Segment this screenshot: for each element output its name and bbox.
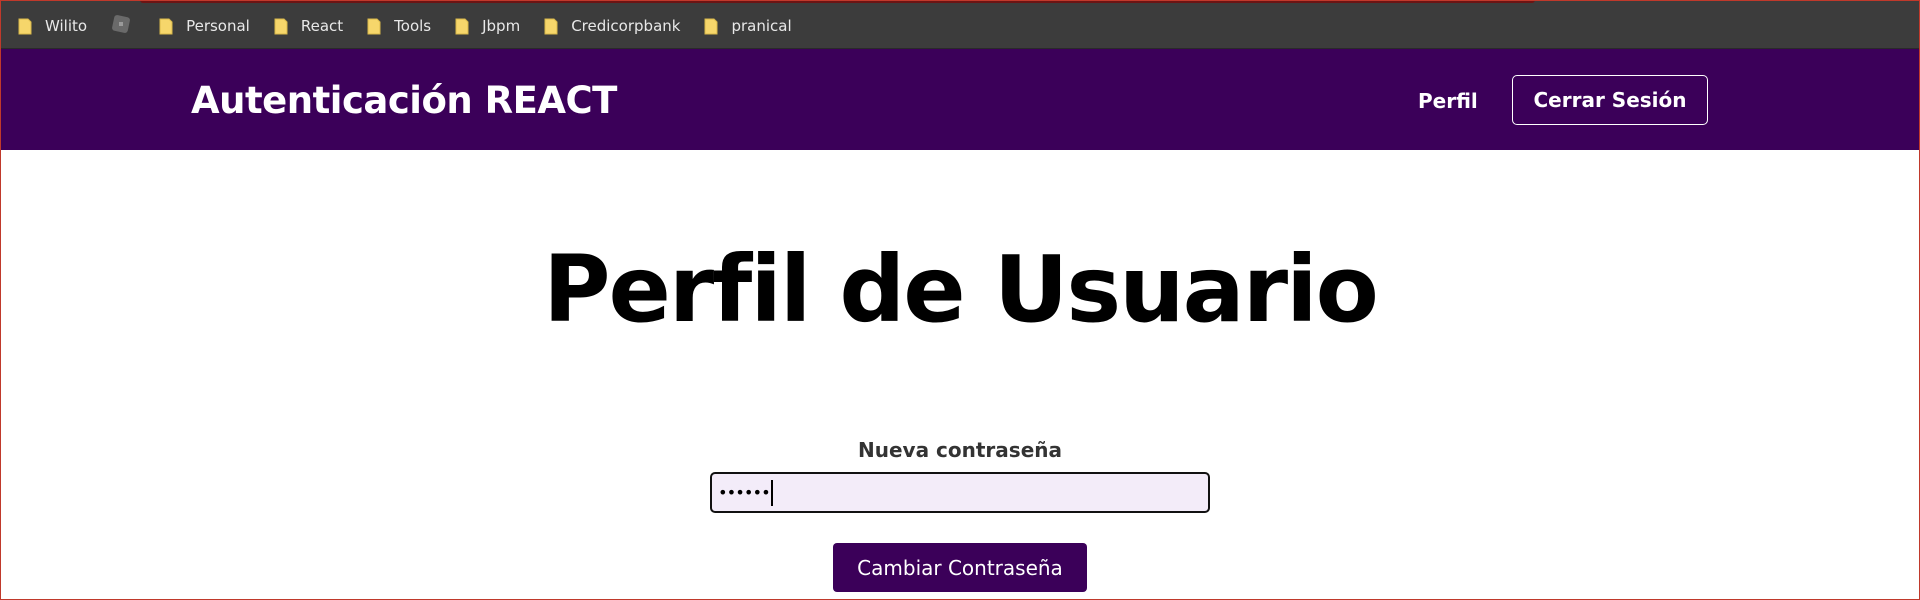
nav-profile-link[interactable]: Perfil xyxy=(1418,88,1478,114)
folder-icon xyxy=(455,18,469,35)
bookmark-label: Credicorpbank xyxy=(571,17,681,35)
bookmark-jbpm[interactable]: Jbpm xyxy=(455,14,520,38)
new-password-label: Nueva contraseña xyxy=(858,438,1062,462)
active-tab-edge xyxy=(140,0,1535,3)
bookmark-label: Personal xyxy=(186,17,250,35)
bookmark-label: Jbpm xyxy=(482,17,521,35)
folder-icon xyxy=(274,18,288,35)
brand-title[interactable]: Autenticación REACT xyxy=(191,78,617,124)
change-password-button[interactable]: Cambiar Contraseña xyxy=(833,543,1087,592)
bookmarks-list: Wilito Personal React Tools Jbpm Credico… xyxy=(18,14,816,38)
bookmark-wilito[interactable]: Wilito xyxy=(18,14,87,38)
bookmark-label: React xyxy=(300,17,344,35)
new-password-input[interactable]: •••••• xyxy=(710,472,1210,513)
bookmark-site[interactable] xyxy=(111,14,131,38)
site-icon xyxy=(111,14,131,38)
folder-icon xyxy=(367,18,381,35)
folder-icon xyxy=(544,18,558,35)
bookmark-label: pranical xyxy=(731,17,792,35)
bookmark-tools[interactable]: Tools xyxy=(367,14,431,38)
password-mask: •••••• xyxy=(718,483,771,502)
bookmark-label: Tools xyxy=(394,17,432,35)
folder-icon xyxy=(159,18,173,35)
bookmark-react[interactable]: React xyxy=(274,14,343,38)
bookmark-pranical[interactable]: pranical xyxy=(704,14,792,38)
folder-icon xyxy=(18,18,32,35)
text-caret xyxy=(770,479,773,506)
logout-button[interactable]: Cerrar Sesión xyxy=(1512,75,1708,125)
page-title: Perfil de Usuario xyxy=(543,236,1379,343)
bookmark-label: Wilito xyxy=(45,17,88,35)
bookmarks-bar: Wilito Personal React Tools Jbpm Credico… xyxy=(0,0,1920,49)
bookmark-personal[interactable]: Personal xyxy=(159,14,250,38)
bookmark-credicorpbank[interactable]: Credicorpbank xyxy=(544,14,680,38)
folder-icon xyxy=(704,18,718,35)
